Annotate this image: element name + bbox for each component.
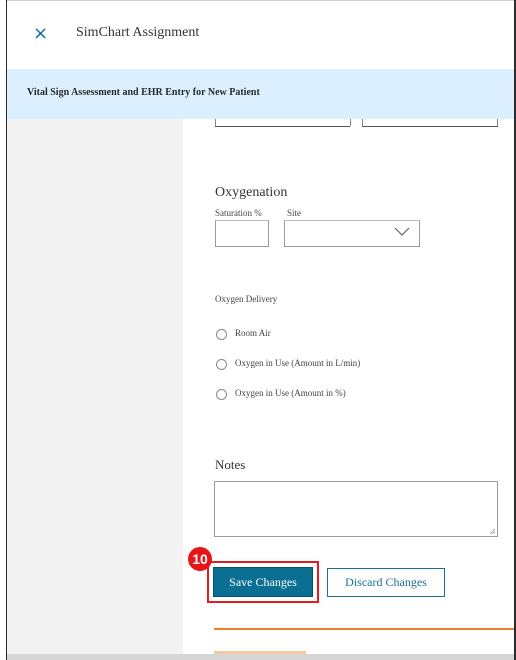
bottom-scroll-edge — [7, 654, 514, 660]
previous-field-edge — [497, 119, 498, 126]
step-number-badge: 10 — [188, 547, 212, 571]
radio-circle-icon[interactable] — [216, 329, 227, 340]
chevron-down-icon — [394, 227, 410, 236]
radio-label: Oxygen in Use (Amount in L/min) — [235, 358, 361, 368]
sidebar — [7, 119, 183, 660]
saturation-label: Saturation % — [215, 208, 262, 218]
discard-changes-button[interactable]: Discard Changes — [327, 568, 445, 597]
site-select[interactable] — [284, 220, 420, 247]
previous-field-edge — [350, 119, 351, 126]
notes-textarea[interactable] — [214, 481, 498, 537]
resize-handle-icon[interactable] — [490, 529, 495, 534]
saturation-input[interactable] — [215, 220, 269, 247]
section-divider — [214, 628, 514, 630]
previous-field-edge — [215, 119, 216, 126]
previous-field-bottom — [215, 126, 350, 127]
save-changes-button[interactable]: Save Changes — [213, 567, 313, 597]
radio-circle-icon[interactable] — [216, 359, 227, 370]
app-title: SimChart Assignment — [76, 25, 200, 40]
radio-circle-icon[interactable] — [216, 389, 227, 400]
oxygen-delivery-label: Oxygen Delivery — [215, 294, 278, 304]
site-label: Site — [287, 208, 302, 218]
radio-label: Oxygen in Use (Amount in %) — [235, 388, 346, 398]
previous-field-edge — [362, 119, 363, 126]
radio-label: Room Air — [235, 328, 271, 338]
assignment-title: Vital Sign Assessment and EHR Entry for … — [27, 87, 260, 98]
previous-field-bottom — [362, 126, 498, 127]
oxygenation-heading: Oxygenation — [215, 185, 288, 200]
close-icon[interactable]: × — [33, 23, 48, 45]
notes-heading: Notes — [215, 457, 246, 472]
